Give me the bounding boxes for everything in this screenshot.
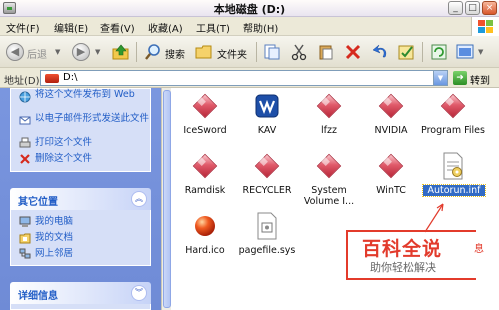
maximize-button[interactable]: □ bbox=[465, 1, 480, 15]
drive-icon bbox=[45, 74, 59, 83]
folders-icon[interactable] bbox=[195, 43, 213, 61]
file-nvidia[interactable]: NVIDIA bbox=[359, 90, 423, 138]
watermark-title: 百科全说 bbox=[362, 238, 443, 260]
details-panel bbox=[10, 304, 151, 310]
menu-favorites[interactable]: 收藏(A) bbox=[148, 20, 183, 35]
other-places-header[interactable]: 其它位置 ︽ bbox=[10, 188, 151, 210]
menu-help[interactable]: 帮助(H) bbox=[243, 20, 278, 35]
forward-dropdown-icon[interactable]: ▼ bbox=[95, 48, 100, 56]
back-dropdown-icon[interactable]: ▼ bbox=[55, 48, 60, 56]
back-arrow-icon[interactable]: ◀ bbox=[6, 43, 24, 61]
folder-icon bbox=[316, 93, 342, 119]
file-lfzz[interactable]: lfzz bbox=[297, 90, 361, 138]
views-dropdown-icon[interactable]: ▼ bbox=[478, 48, 483, 56]
file-kav[interactable]: KAV bbox=[235, 90, 299, 138]
folder-icon bbox=[316, 153, 342, 179]
folders-button[interactable]: 文件夹 bbox=[217, 46, 247, 61]
kav-icon bbox=[255, 94, 279, 118]
address-dropdown-icon[interactable]: ▼ bbox=[433, 71, 447, 85]
watermark: 百科全说 助你轻松解决 息 bbox=[346, 226, 499, 286]
folder-icon bbox=[254, 153, 280, 179]
search-button[interactable]: 搜索 bbox=[165, 46, 185, 61]
paste-icon[interactable] bbox=[317, 43, 335, 61]
task-pane: 将这个文件发布到 Web 以电子邮件形式发送此文件 打印这个文件 删除这个文件 … bbox=[0, 88, 161, 310]
toolbar: ◀ 后退 ▼ ▶ ▼ 搜索 文件夹 ▼ bbox=[0, 36, 499, 68]
watermark-side-text: 息 bbox=[474, 244, 484, 255]
forward-arrow-icon[interactable]: ▶ bbox=[72, 43, 90, 61]
toolbar-separator bbox=[136, 42, 137, 62]
other-places-panel: 我的电脑 我的文档 网上邻居 bbox=[10, 210, 151, 266]
file-pagefile-sys[interactable]: pagefile.sys bbox=[235, 210, 299, 258]
ico-file-icon bbox=[195, 216, 215, 236]
delete-icon[interactable] bbox=[344, 43, 362, 61]
toolbar-separator bbox=[256, 42, 257, 62]
menu-edit[interactable]: 编辑(E) bbox=[54, 20, 88, 35]
file-autorun-inf[interactable]: Autorun.inf bbox=[421, 150, 486, 198]
file-tasks-panel: 将这个文件发布到 Web 以电子邮件形式发送此文件 打印这个文件 删除这个文件 bbox=[10, 88, 151, 172]
toolbar-separator bbox=[422, 42, 423, 62]
up-folder-icon[interactable] bbox=[112, 43, 130, 61]
menu-tools[interactable]: 工具(T) bbox=[196, 20, 230, 35]
delete-icon bbox=[20, 154, 30, 164]
go-button[interactable]: 转到 bbox=[470, 72, 490, 87]
network-icon bbox=[19, 248, 31, 259]
sys-file-icon bbox=[257, 212, 277, 240]
search-icon[interactable] bbox=[144, 43, 162, 61]
address-value: D:\ bbox=[63, 72, 78, 83]
file-system-volume-information[interactable]: System Volume I... bbox=[297, 150, 361, 207]
window-title: 本地磁盘 (D:) bbox=[213, 3, 286, 16]
folder-icon bbox=[192, 153, 218, 179]
folder-icon bbox=[378, 93, 404, 119]
email-icon bbox=[19, 116, 31, 125]
back-button[interactable]: 后退 bbox=[27, 46, 47, 61]
inf-file-icon bbox=[443, 152, 463, 180]
file-icesword[interactable]: IceSword bbox=[173, 90, 237, 138]
windows-logo-icon bbox=[471, 17, 499, 36]
menu-bar: 文件(F) 编辑(E) 查看(V) 收藏(A) 工具(T) 帮助(H) bbox=[0, 17, 499, 36]
menu-file[interactable]: 文件(F) bbox=[6, 20, 40, 35]
publish-web-icon bbox=[19, 91, 31, 103]
chevron-up-icon[interactable]: ︽ bbox=[131, 191, 147, 207]
refresh-icon[interactable] bbox=[430, 43, 448, 61]
cut-icon[interactable] bbox=[290, 43, 308, 61]
move-to-icon[interactable] bbox=[263, 43, 281, 61]
title-bar: 本地磁盘 (D:) _ □ × bbox=[0, 0, 499, 17]
task-pane-scrollbar[interactable] bbox=[161, 88, 171, 310]
address-input[interactable]: D:\ ▼ bbox=[40, 70, 448, 86]
undo-icon[interactable] bbox=[371, 43, 389, 61]
my-computer-icon bbox=[19, 216, 31, 227]
scrollbar-thumb[interactable] bbox=[163, 90, 171, 308]
file-wintc[interactable]: WinTC bbox=[359, 150, 423, 198]
chevron-down-icon[interactable]: ︾ bbox=[131, 285, 147, 301]
address-bar: 地址(D) D:\ ▼ ➜ 转到 bbox=[0, 68, 499, 88]
folder-icon bbox=[440, 93, 466, 119]
file-program-files[interactable]: Program Files bbox=[421, 90, 485, 138]
minimize-button[interactable]: _ bbox=[448, 1, 463, 15]
file-recycler[interactable]: RECYCLER bbox=[235, 150, 299, 198]
properties-icon[interactable] bbox=[397, 43, 415, 61]
go-arrow-icon[interactable]: ➜ bbox=[453, 71, 467, 85]
other-places-title: 其它位置 bbox=[18, 197, 58, 208]
print-icon bbox=[19, 137, 31, 148]
my-documents-icon bbox=[19, 233, 31, 244]
details-header[interactable]: 详细信息 ︾ bbox=[10, 282, 151, 304]
menu-view[interactable]: 查看(V) bbox=[100, 20, 135, 35]
watermark-subtitle: 助你轻松解决 bbox=[370, 261, 436, 274]
address-label: 地址(D) bbox=[4, 76, 40, 87]
folder-icon bbox=[378, 153, 404, 179]
views-icon[interactable] bbox=[456, 43, 474, 61]
close-button[interactable]: × bbox=[482, 1, 497, 15]
details-title: 详细信息 bbox=[18, 291, 58, 302]
folder-icon bbox=[192, 93, 218, 119]
file-hard-ico[interactable]: Hard.ico bbox=[173, 210, 237, 258]
file-ramdisk[interactable]: Ramdisk bbox=[173, 150, 237, 198]
